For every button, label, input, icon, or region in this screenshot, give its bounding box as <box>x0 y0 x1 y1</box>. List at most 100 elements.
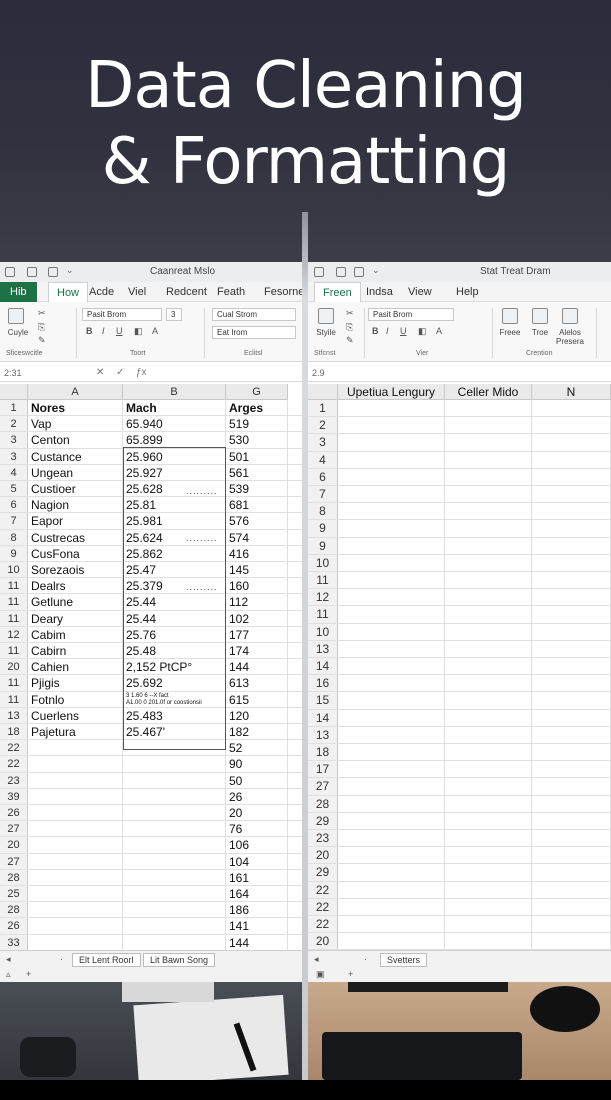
cell-a[interactable]: Sorezaois <box>28 562 123 578</box>
font-size-select[interactable]: 3 <box>166 308 182 321</box>
cell-a[interactable] <box>28 869 123 885</box>
empty-cell[interactable] <box>532 451 611 468</box>
copy-icon[interactable]: ⎘ <box>38 322 45 333</box>
empty-cell[interactable] <box>532 864 611 881</box>
column-header-a[interactable]: A <box>28 384 123 400</box>
row-number[interactable]: 25 <box>0 886 28 902</box>
cell-g[interactable]: 613 <box>226 675 288 691</box>
cell-b[interactable]: 2,152 PtCP° <box>123 659 226 675</box>
empty-cell[interactable] <box>445 692 532 709</box>
cell-g[interactable]: 561 <box>226 464 288 480</box>
row-number[interactable]: 20 <box>308 847 338 864</box>
sheet-tab-1[interactable]: Svetters <box>380 953 428 967</box>
cell-b[interactable]: 25.44 <box>123 594 226 610</box>
cell-g[interactable]: 52 <box>226 740 288 756</box>
cell-b[interactable] <box>123 853 226 869</box>
empty-cell[interactable] <box>338 744 445 761</box>
empty-cell[interactable] <box>445 812 532 829</box>
cell-g[interactable]: 50 <box>226 772 288 788</box>
row-number[interactable]: 13 <box>308 726 338 743</box>
paste-icon[interactable] <box>8 308 24 324</box>
row-number[interactable]: 12 <box>308 589 338 606</box>
cell-b[interactable]: 65.940 <box>123 416 226 432</box>
empty-cell[interactable] <box>338 778 445 795</box>
empty-cell[interactable] <box>445 589 532 606</box>
row-number[interactable]: 16 <box>308 675 338 692</box>
empty-cell[interactable] <box>445 623 532 640</box>
empty-cell[interactable] <box>532 761 611 778</box>
empty-cell[interactable] <box>445 434 532 451</box>
row-number[interactable]: 15 <box>308 692 338 709</box>
column-header-g[interactable]: G <box>226 384 288 400</box>
name-box[interactable]: 2:31 <box>4 367 84 379</box>
cell-g[interactable]: 576 <box>226 513 288 529</box>
underline-icon[interactable]: U <box>116 326 123 336</box>
row-number[interactable]: 9 <box>308 520 338 537</box>
cell-a[interactable]: CusFona <box>28 545 123 561</box>
cell-a[interactable] <box>28 837 123 853</box>
cell-a[interactable]: Eapor <box>28 513 123 529</box>
cell-a[interactable] <box>28 918 123 934</box>
cell-a[interactable]: Ungean <box>28 464 123 480</box>
save-icon[interactable] <box>314 267 324 277</box>
cell-g[interactable]: 164 <box>226 886 288 902</box>
cell-a[interactable] <box>28 756 123 772</box>
cell-b[interactable] <box>123 788 226 804</box>
empty-cell[interactable] <box>532 623 611 640</box>
row-number[interactable]: 14 <box>308 658 338 675</box>
cut-icon[interactable]: ✂ <box>38 308 46 319</box>
cell-g[interactable]: 519 <box>226 416 288 432</box>
cell-g[interactable]: 144 <box>226 934 288 950</box>
cell-b[interactable]: 65.899 <box>123 432 226 448</box>
row-number[interactable]: 5 <box>0 481 28 497</box>
empty-cell[interactable] <box>445 486 532 503</box>
empty-cell[interactable] <box>445 933 532 950</box>
cell-g[interactable]: Arges <box>226 400 288 416</box>
cell-g[interactable]: 141 <box>226 918 288 934</box>
tab-redcent[interactable]: Redcent <box>164 282 209 302</box>
cell-b[interactable]: 25.44 <box>123 610 226 626</box>
cell-a[interactable]: Pajetura <box>28 724 123 740</box>
empty-cell[interactable] <box>532 554 611 571</box>
row-number[interactable]: 10 <box>308 554 338 571</box>
tab-hib[interactable]: Hib <box>0 282 37 302</box>
empty-cell[interactable] <box>445 795 532 812</box>
row-number[interactable]: 6 <box>0 497 28 513</box>
cell-a[interactable] <box>28 902 123 918</box>
cell-g[interactable]: 90 <box>226 756 288 772</box>
empty-cell[interactable] <box>532 537 611 554</box>
empty-cell[interactable] <box>532 486 611 503</box>
cell-b[interactable]: 25.81 <box>123 497 226 513</box>
row-number[interactable]: 28 <box>0 869 28 885</box>
row-number[interactable]: 2 <box>0 416 28 432</box>
cell-a[interactable]: Custioer <box>28 481 123 497</box>
row-number[interactable]: 1 <box>0 400 28 416</box>
empty-cell[interactable] <box>532 898 611 915</box>
cell-a[interactable]: Dealrs <box>28 578 123 594</box>
empty-cell[interactable] <box>338 589 445 606</box>
empty-cell[interactable] <box>532 589 611 606</box>
empty-cell[interactable] <box>445 916 532 933</box>
empty-cell[interactable] <box>445 451 532 468</box>
empty-cell[interactable] <box>338 640 445 657</box>
row-number[interactable]: 3 <box>0 432 28 448</box>
row-number[interactable]: 10 <box>0 562 28 578</box>
chevron-down-icon[interactable]: ⌄ <box>372 265 380 276</box>
empty-cell[interactable] <box>445 744 532 761</box>
cell-g[interactable]: 106 <box>226 837 288 853</box>
row-number[interactable]: 13 <box>308 640 338 657</box>
cell-a[interactable]: Pjigis <box>28 675 123 691</box>
empty-cell[interactable] <box>445 726 532 743</box>
cell-b[interactable] <box>123 886 226 902</box>
column-header-b[interactable]: B <box>123 384 226 400</box>
empty-cell[interactable] <box>338 864 445 881</box>
font-name-select[interactable]: Pasit Brom <box>368 308 454 321</box>
cell-style-box-2[interactable]: Eat Irom <box>212 326 296 339</box>
undo-icon[interactable] <box>27 267 37 277</box>
row-number[interactable]: 22 <box>0 740 28 756</box>
empty-cell[interactable] <box>532 812 611 829</box>
cell-g[interactable]: 574 <box>226 529 288 545</box>
bold-icon[interactable]: B <box>372 326 379 336</box>
row-number[interactable]: 3 <box>308 434 338 451</box>
empty-cell[interactable] <box>338 881 445 898</box>
